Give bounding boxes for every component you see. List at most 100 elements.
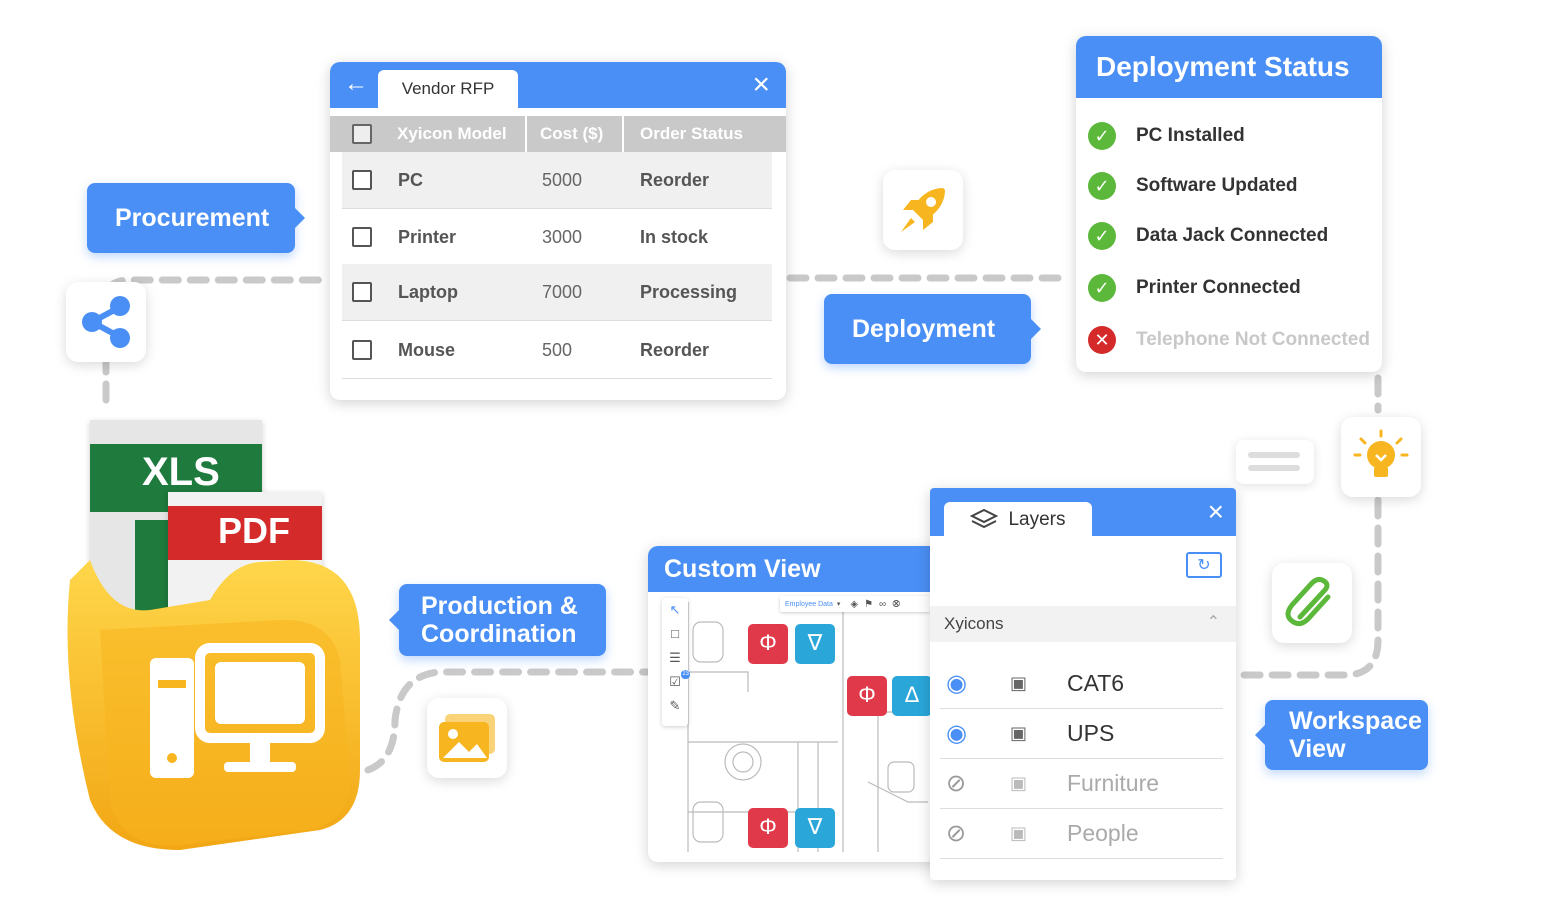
edit-tool-icon[interactable]: ✎ <box>662 694 688 718</box>
shape-tool-icon[interactable]: ⮿ <box>892 599 900 610</box>
vendor-tab-label: Vendor RFP <box>401 79 495 98</box>
vendor-tab[interactable]: Vendor RFP <box>378 70 518 108</box>
xls-label: XLS <box>142 450 220 494</box>
rocket-icon-card[interactable] <box>883 170 963 250</box>
row-status: In stock <box>640 226 709 247</box>
vendor-rfp-panel: ← Vendor RFP × Xyicon Model Cost ($) Ord… <box>330 62 786 400</box>
status-item: ✓ Software Updated <box>1088 166 1298 206</box>
row-model: Laptop <box>398 281 458 302</box>
row-status: Reorder <box>640 169 710 190</box>
section-title: Xyicons <box>944 614 1004 633</box>
layers-icon <box>970 508 999 529</box>
lightbulb-icon-card[interactable] <box>1341 417 1421 497</box>
computer-icon <box>150 643 325 778</box>
employee-data-dropdown[interactable]: Employee Data <box>785 601 833 608</box>
status-label: Data Jack Connected <box>1136 225 1329 246</box>
link-tool-icon[interactable]: ∞ <box>879 599 886 610</box>
production-line2: Coordination <box>421 620 577 648</box>
workspace-line1: Workspace <box>1289 707 1422 735</box>
flag-tool-icon[interactable]: ⚑ <box>864 599 873 610</box>
check-icon: ✓ <box>1088 274 1116 302</box>
status-item: ✕ Telephone Not Connected <box>1088 320 1370 360</box>
select-tool-icon[interactable]: ↖ <box>662 598 688 622</box>
xyicons-section-header[interactable]: Xyicons ⌃ <box>930 606 1236 642</box>
lock-icon[interactable]: ▣ <box>1010 673 1027 694</box>
layers-tool-icon[interactable]: ◈ <box>850 599 858 610</box>
col-model[interactable]: Xyicon Model <box>397 124 507 144</box>
custom-view-title: Custom View <box>664 554 821 583</box>
procurement-text: Procurement <box>115 204 270 232</box>
paperclip-icon <box>1285 576 1331 627</box>
image-gallery-icon <box>439 714 495 762</box>
close-icon[interactable]: × <box>752 68 770 102</box>
error-icon: ✕ <box>1088 326 1116 354</box>
layer-item[interactable]: ◉ ▣ CAT6 <box>940 658 1223 709</box>
ups-symbol[interactable]: Φ <box>748 624 788 664</box>
ups-symbol[interactable]: Φ <box>847 676 887 716</box>
chat-bubble <box>1236 440 1314 484</box>
check-icon: ✓ <box>1088 172 1116 200</box>
area-tool-icon[interactable]: □ <box>662 622 688 646</box>
image-icon-card[interactable] <box>427 698 507 778</box>
select-all-checkbox[interactable] <box>352 124 372 144</box>
eye-icon[interactable]: ◉ <box>946 669 967 698</box>
row-model: Printer <box>398 226 457 247</box>
chevron-up-icon[interactable]: ⌃ <box>1207 612 1220 632</box>
vendor-table-header: Xyicon Model Cost ($) Order Status <box>330 116 786 152</box>
list-tool-icon[interactable]: ☰ <box>662 646 688 670</box>
status-item: ✓ PC Installed <box>1088 116 1245 156</box>
row-status: Processing <box>640 281 738 302</box>
custom-view-header: Custom View <box>648 546 948 592</box>
deployment-status-header: Deployment Status <box>1076 36 1382 98</box>
row-checkbox[interactable] <box>352 340 372 360</box>
row-cost: 5000 <box>542 169 583 190</box>
layer-item[interactable]: ◉ ▣ UPS <box>940 708 1223 759</box>
share-icon-card[interactable] <box>66 282 146 362</box>
refresh-button[interactable]: ↻ <box>1186 552 1222 578</box>
row-checkbox[interactable] <box>352 170 372 190</box>
row-cost: 500 <box>542 339 573 360</box>
badge-count: 23 <box>681 670 690 679</box>
eye-icon[interactable]: ◉ <box>946 719 967 748</box>
layer-label: UPS <box>1067 719 1115 746</box>
eye-off-icon[interactable]: ⊘ <box>946 819 966 848</box>
layer-label: CAT6 <box>1067 669 1125 696</box>
pill-pointer <box>1255 723 1267 747</box>
lock-icon[interactable]: ▣ <box>1010 823 1027 844</box>
table-row[interactable]: Laptop 7000 Processing <box>342 264 772 321</box>
paperclip-icon-card[interactable] <box>1272 563 1352 643</box>
back-arrow-icon[interactable]: ← <box>344 70 368 98</box>
ups-symbol[interactable]: Φ <box>748 808 788 848</box>
layer-item[interactable]: ⊘ ▣ People <box>940 808 1223 859</box>
procurement-label: Procurement <box>87 183 305 253</box>
col-cost[interactable]: Cost ($) <box>540 124 603 144</box>
lock-icon[interactable]: ▣ <box>1010 773 1027 794</box>
status-item: ✓ Printer Connected <box>1088 268 1301 308</box>
custom-view-top-toolbar: Employee Data ▾ ◈ ⚑ ∞ ⮿ <box>780 596 930 612</box>
row-cost: 7000 <box>542 281 583 302</box>
table-row[interactable]: PC 5000 Reorder <box>342 152 772 209</box>
status-label: Printer Connected <box>1136 277 1301 298</box>
layers-panel: Layers × ↻ Xyicons ⌃ ◉ ▣ CAT6 ◉ ▣ UPS ⊘ … <box>930 488 1236 880</box>
rocket-icon <box>901 188 945 232</box>
check-icon: ✓ <box>1088 222 1116 250</box>
layers-tab[interactable]: Layers <box>944 502 1092 538</box>
table-row[interactable]: Mouse 500 Reorder <box>342 322 772 379</box>
row-checkbox[interactable] <box>352 227 372 247</box>
status-label: PC Installed <box>1136 125 1245 146</box>
pill-pointer <box>389 608 401 632</box>
status-item: ✓ Data Jack Connected <box>1088 216 1328 256</box>
row-checkbox[interactable] <box>352 282 372 302</box>
eye-off-icon[interactable]: ⊘ <box>946 769 966 798</box>
lock-icon[interactable]: ▣ <box>1010 723 1027 744</box>
chevron-down-icon[interactable]: ▾ <box>837 600 841 608</box>
cat6-symbol[interactable]: Δ <box>892 676 932 716</box>
cat6-symbol[interactable]: ∇ <box>795 808 835 848</box>
row-status: Reorder <box>640 339 710 360</box>
close-icon[interactable]: × <box>1208 496 1224 528</box>
table-row[interactable]: Printer 3000 In stock <box>342 209 772 266</box>
checklist-tool-icon[interactable]: ☑ 23 <box>662 670 690 694</box>
cat6-symbol[interactable]: ∇ <box>795 624 835 664</box>
layer-item[interactable]: ⊘ ▣ Furniture <box>940 758 1223 809</box>
col-status[interactable]: Order Status <box>640 124 743 144</box>
